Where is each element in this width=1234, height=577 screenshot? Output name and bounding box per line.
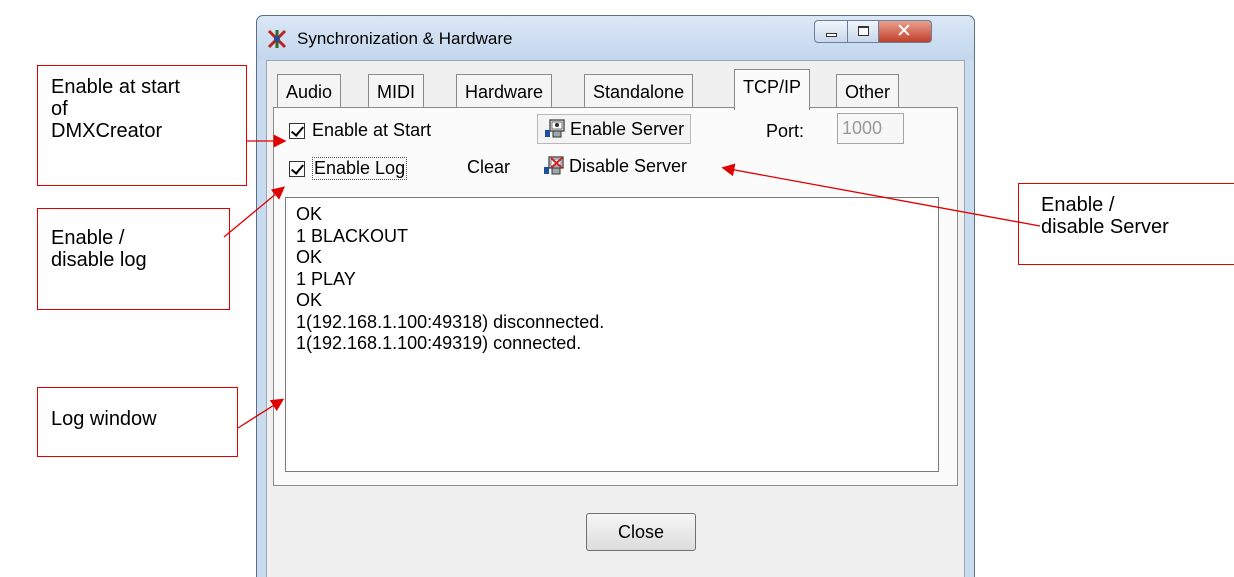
arrow-enable-server [721,163,1041,227]
callout-arrows [223,134,1041,429]
arrow-log-window [237,398,285,429]
arrow-enable-log [223,186,286,238]
tab-tcpip[interactable]: TCP/IP [734,69,811,110]
